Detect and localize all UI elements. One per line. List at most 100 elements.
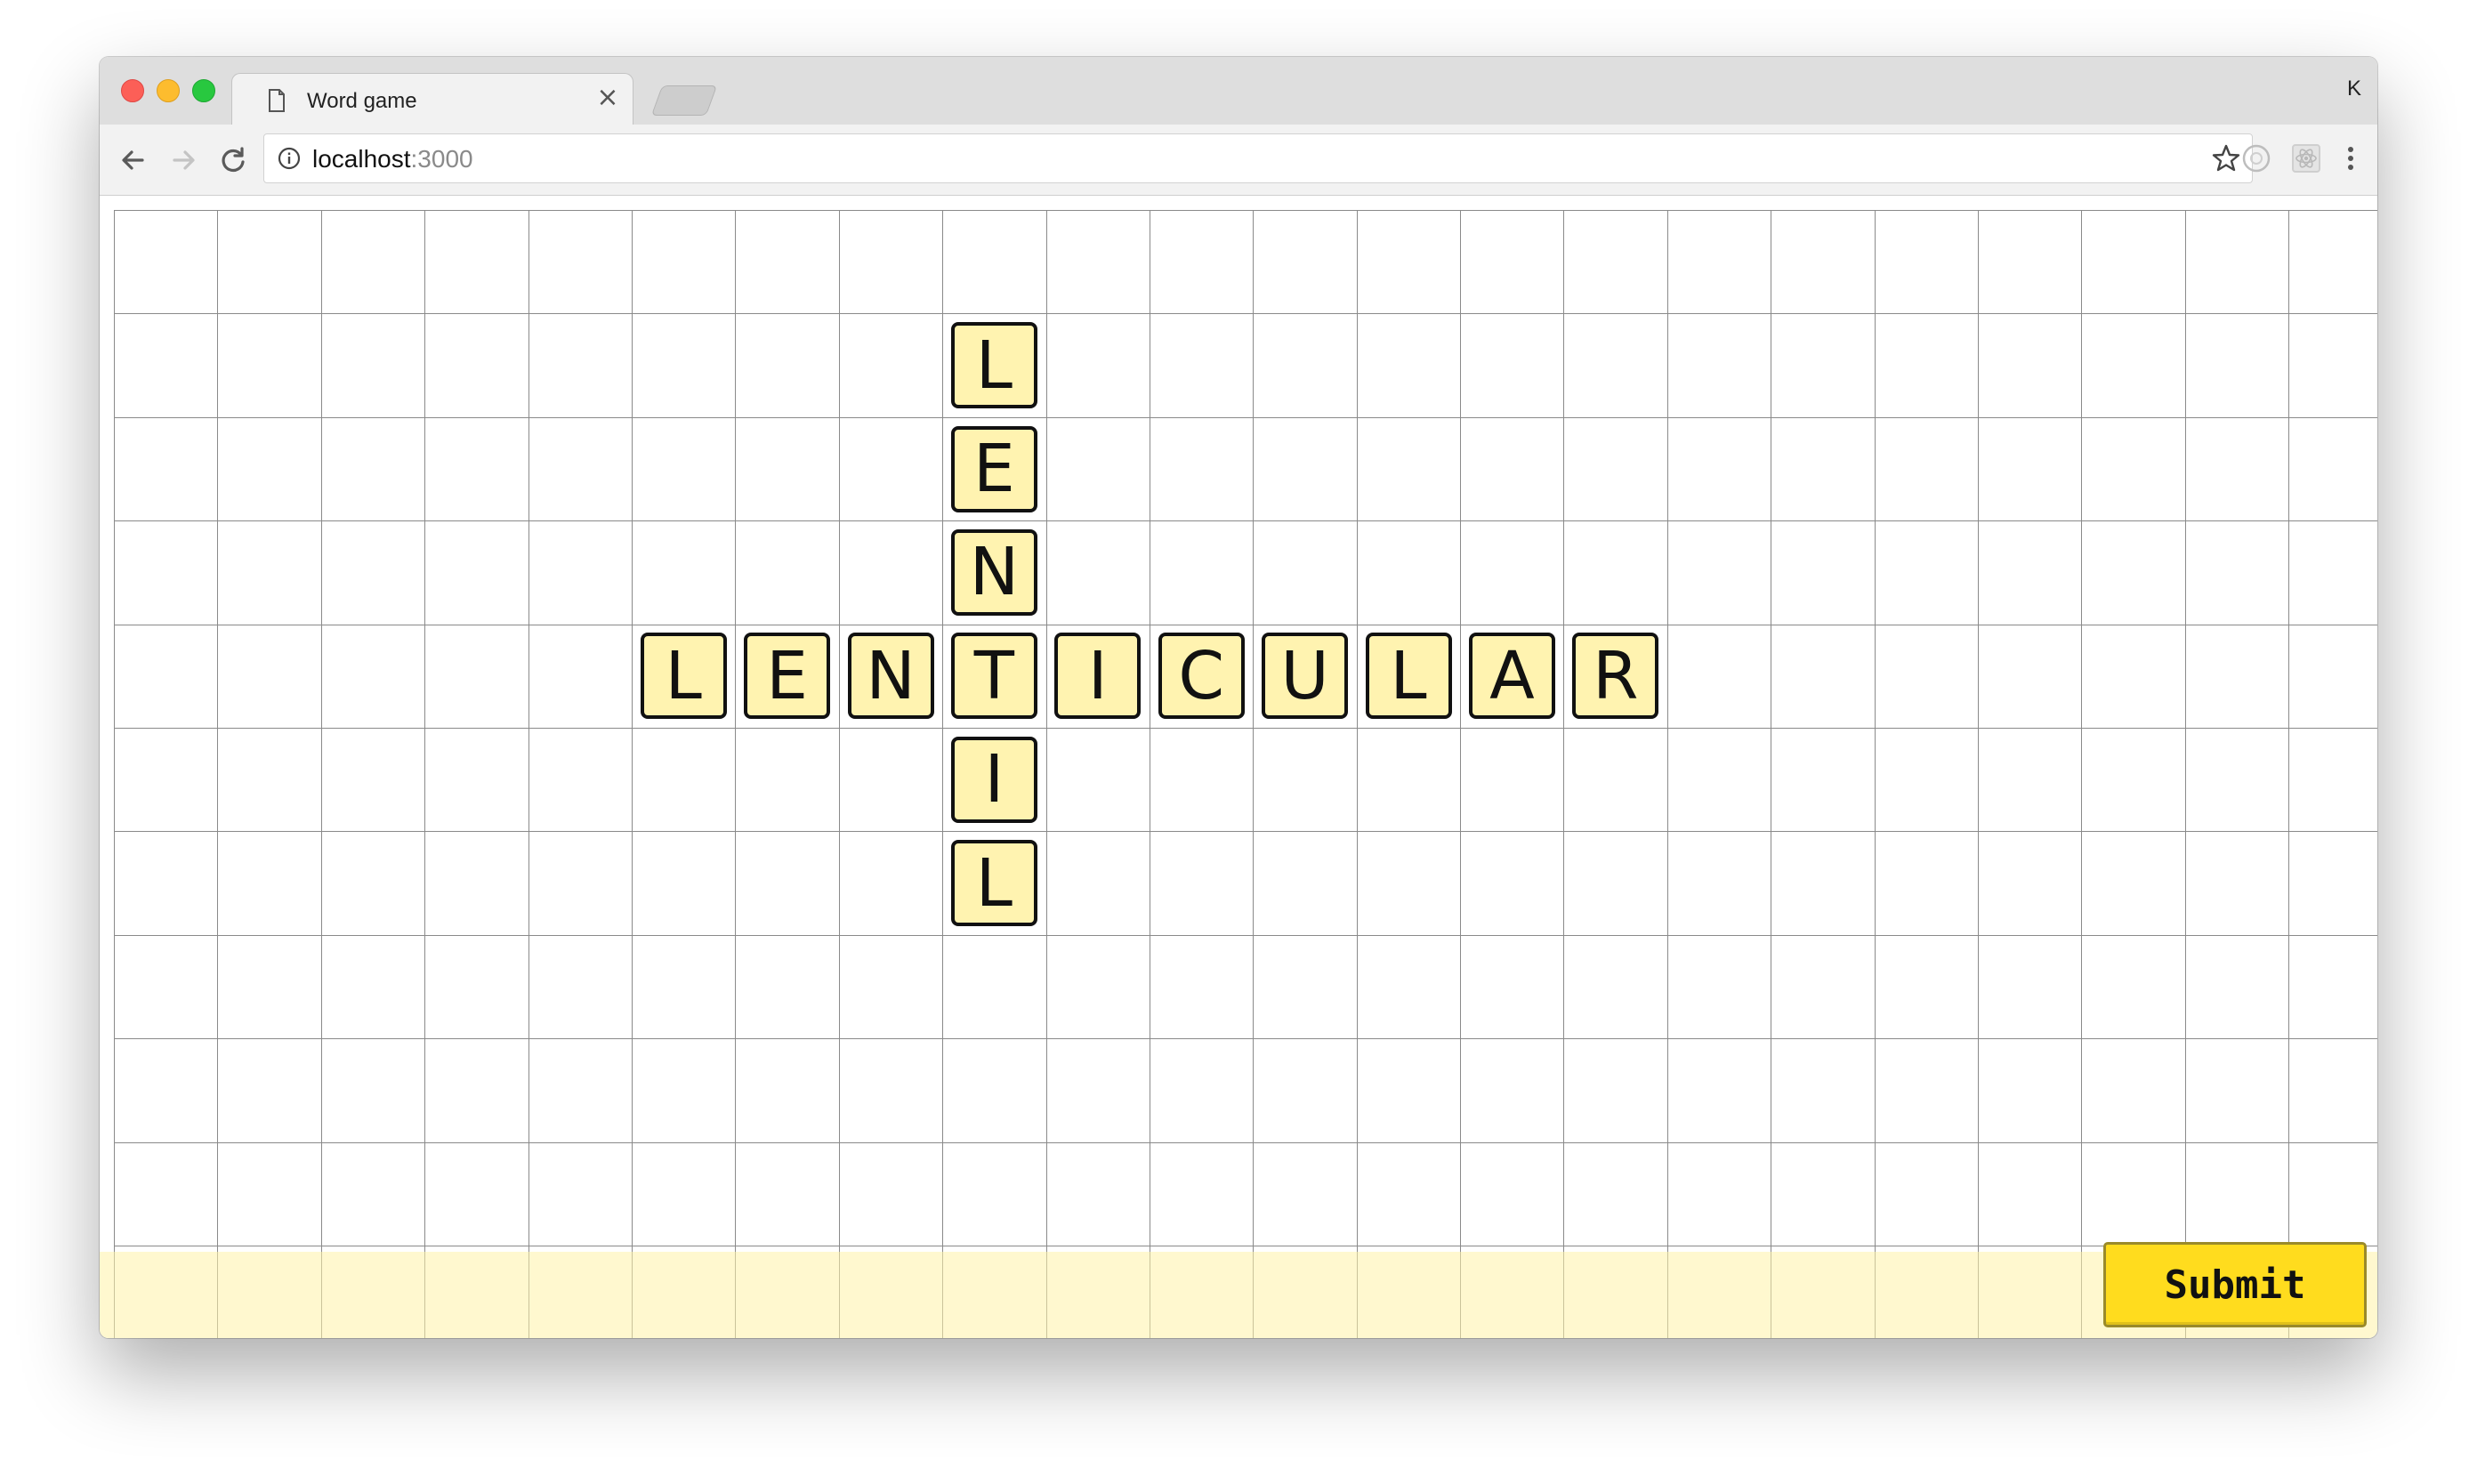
board-cell[interactable] — [631, 934, 737, 1040]
board-cell[interactable] — [1666, 1141, 1772, 1246]
board-cell[interactable] — [2081, 1141, 2186, 1246]
address-bar[interactable]: localhost:3000 — [263, 133, 2253, 183]
board-cell[interactable] — [1874, 313, 1980, 418]
new-tab-button[interactable] — [650, 85, 718, 116]
board-cell[interactable] — [1045, 313, 1150, 418]
board-cell[interactable] — [1253, 1038, 1358, 1143]
board-cell[interactable] — [735, 1141, 840, 1246]
board-cell[interactable] — [1045, 934, 1150, 1040]
board-cell[interactable] — [1563, 934, 1668, 1040]
board-cell[interactable] — [528, 1141, 633, 1246]
board-cell[interactable] — [424, 416, 529, 522]
letter-tile[interactable]: L — [640, 633, 727, 720]
board-cell[interactable] — [320, 831, 426, 936]
board-cell[interactable] — [217, 520, 322, 625]
board-cell[interactable] — [1978, 1038, 2083, 1143]
board-cell[interactable] — [631, 727, 737, 833]
tile-rack[interactable] — [100, 1252, 2377, 1338]
browser-tab[interactable]: Word game × — [231, 73, 633, 126]
board-cell[interactable] — [1460, 831, 1565, 936]
board-cell[interactable] — [217, 416, 322, 522]
board-cell[interactable] — [631, 313, 737, 418]
board-cell[interactable] — [2288, 624, 2377, 729]
board-cell[interactable] — [217, 1141, 322, 1246]
board-cell[interactable] — [1978, 624, 2083, 729]
board-cell[interactable] — [528, 727, 633, 833]
board-cell[interactable] — [2288, 934, 2377, 1040]
board-cell[interactable] — [838, 727, 944, 833]
board-cell[interactable] — [528, 624, 633, 729]
board-cell[interactable] — [942, 1141, 1047, 1246]
board-cell[interactable] — [1874, 1038, 1980, 1143]
board-cell[interactable] — [1460, 1038, 1565, 1143]
board-cell[interactable] — [1253, 416, 1358, 522]
board-cell[interactable] — [320, 727, 426, 833]
board-cell[interactable] — [1771, 210, 1876, 315]
letter-tile[interactable]: E — [744, 633, 831, 720]
board-cell[interactable] — [1978, 520, 2083, 625]
board-cell[interactable] — [2288, 520, 2377, 625]
board-cell[interactable] — [114, 831, 219, 936]
board-cell[interactable] — [320, 1038, 426, 1143]
reload-icon[interactable] — [215, 142, 251, 178]
board-cell[interactable] — [2081, 1038, 2186, 1143]
board-cell[interactable] — [1771, 520, 1876, 625]
board-cell[interactable] — [838, 313, 944, 418]
board-cell[interactable] — [1045, 520, 1150, 625]
board-cell[interactable] — [838, 210, 944, 315]
board-cell[interactable] — [942, 210, 1047, 315]
board-cell[interactable] — [1666, 520, 1772, 625]
board-cell[interactable] — [217, 210, 322, 315]
board-cell[interactable] — [1978, 416, 2083, 522]
board-cell[interactable] — [2081, 520, 2186, 625]
board-cell[interactable] — [1771, 1038, 1876, 1143]
board-cell[interactable] — [2288, 313, 2377, 418]
board-cell[interactable] — [1563, 1141, 1668, 1246]
close-window-button[interactable] — [121, 79, 144, 102]
board-cell[interactable] — [1874, 934, 1980, 1040]
board-cell[interactable] — [320, 624, 426, 729]
board-cell[interactable] — [1666, 416, 1772, 522]
board-cell[interactable] — [1460, 313, 1565, 418]
board-cell[interactable] — [2081, 210, 2186, 315]
board-cell[interactable] — [2184, 520, 2290, 625]
board-cell[interactable] — [1045, 831, 1150, 936]
board-cell[interactable] — [1460, 727, 1565, 833]
submit-button[interactable]: Submit — [2103, 1242, 2367, 1327]
board-cell[interactable] — [1563, 313, 1668, 418]
board-cell[interactable] — [424, 624, 529, 729]
board-cell[interactable] — [1253, 210, 1358, 315]
board-cell[interactable] — [528, 831, 633, 936]
board-cell[interactable] — [2081, 313, 2186, 418]
board-cell[interactable] — [735, 416, 840, 522]
board-cell[interactable] — [1978, 313, 2083, 418]
board-cell[interactable] — [528, 210, 633, 315]
board-cell[interactable] — [1874, 210, 1980, 315]
board-cell[interactable] — [1978, 1141, 2083, 1246]
extension-icon[interactable] — [2240, 142, 2272, 179]
board-cell[interactable] — [2081, 831, 2186, 936]
board-cell[interactable] — [424, 520, 529, 625]
board-cell[interactable] — [114, 1038, 219, 1143]
board-cell[interactable] — [217, 727, 322, 833]
board-cell[interactable] — [2288, 1038, 2377, 1143]
board-cell[interactable] — [631, 210, 737, 315]
board-cell[interactable] — [424, 1038, 529, 1143]
board-cell[interactable] — [1460, 1141, 1565, 1246]
board-cell[interactable] — [114, 210, 219, 315]
board-cell[interactable] — [1253, 520, 1358, 625]
board-cell[interactable] — [631, 520, 737, 625]
board-cell[interactable] — [942, 1038, 1047, 1143]
back-arrow-icon[interactable] — [116, 142, 151, 178]
board-cell[interactable] — [1045, 727, 1150, 833]
board-cell[interactable] — [1874, 1141, 1980, 1246]
board-cell[interactable] — [114, 934, 219, 1040]
board-cell[interactable] — [735, 831, 840, 936]
board-cell[interactable] — [1149, 313, 1255, 418]
board-cell[interactable] — [217, 624, 322, 729]
letter-tile[interactable]: N — [847, 633, 934, 720]
board-cell[interactable] — [114, 624, 219, 729]
letter-tile[interactable]: L — [1365, 633, 1452, 720]
board-cell[interactable] — [1253, 934, 1358, 1040]
board-cell[interactable] — [217, 1038, 322, 1143]
